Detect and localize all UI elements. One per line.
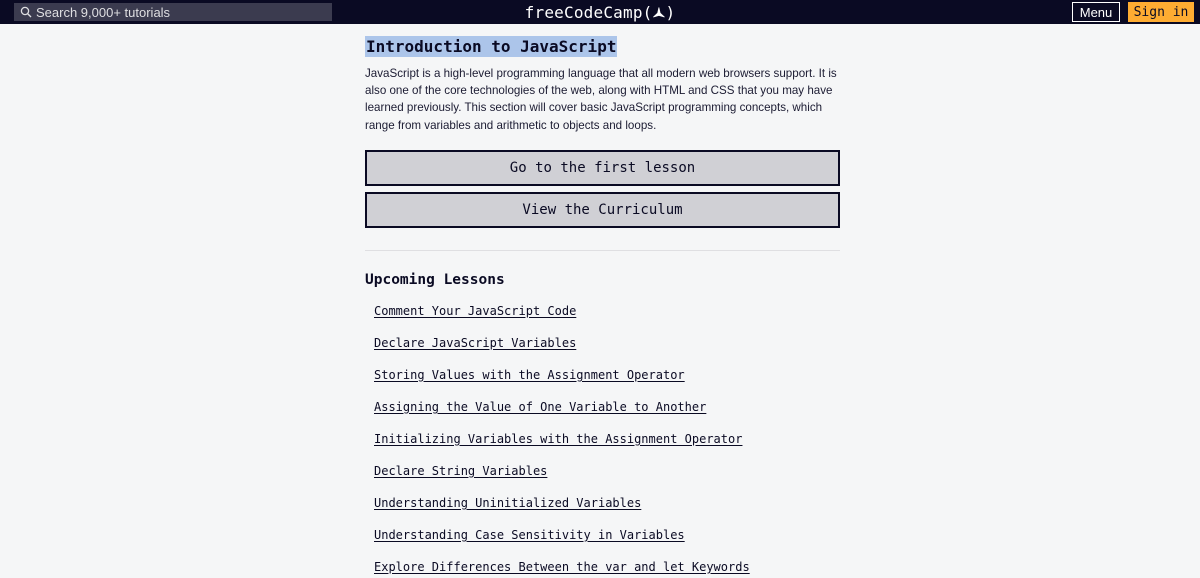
- lesson-link[interactable]: Declare JavaScript Variables: [374, 336, 576, 350]
- lesson-link[interactable]: Understanding Case Sensitivity in Variab…: [374, 528, 685, 542]
- search-input[interactable]: [36, 4, 326, 20]
- search-icon: [20, 6, 32, 18]
- search-bar[interactable]: [14, 3, 332, 21]
- view-curriculum-button[interactable]: View the Curriculum: [365, 191, 840, 228]
- lesson-link[interactable]: Understanding Uninitialized Variables: [374, 496, 641, 510]
- section-divider: [365, 249, 840, 251]
- list-item: Declare JavaScript Variables: [365, 334, 840, 366]
- intro-paragraph: JavaScript is a high-level programming l…: [365, 67, 837, 132]
- upcoming-lessons-heading: Upcoming Lessons: [365, 271, 505, 288]
- lesson-link[interactable]: Declare String Variables: [374, 464, 547, 478]
- top-navbar: freeCodeCamp(🟁) Menu Sign in: [0, 0, 1200, 24]
- lesson-link[interactable]: Comment Your JavaScript Code: [374, 304, 576, 318]
- fcc-flame-icon: 🟁: [652, 3, 666, 22]
- lesson-link[interactable]: Initializing Variables with the Assignme…: [374, 432, 742, 446]
- first-lesson-button[interactable]: Go to the first lesson: [365, 149, 840, 186]
- logo-close: ): [665, 3, 676, 22]
- list-item: Assigning the Value of One Variable to A…: [365, 398, 840, 430]
- lesson-link[interactable]: Explore Differences Between the var and …: [374, 560, 750, 574]
- menu-button[interactable]: Menu: [1072, 2, 1120, 22]
- lesson-link[interactable]: Assigning the Value of One Variable to A…: [374, 400, 706, 414]
- lesson-list: Comment Your JavaScript Code Declare Jav…: [365, 302, 840, 578]
- page-title: Introduction to JavaScript: [365, 36, 618, 57]
- list-item: Comment Your JavaScript Code: [365, 302, 840, 334]
- list-item: Understanding Case Sensitivity in Variab…: [365, 526, 840, 558]
- logo-text: freeCodeCamp(: [524, 3, 653, 22]
- main-content: Introduction to JavaScript JavaScript is…: [365, 36, 840, 578]
- sign-in-button[interactable]: Sign in: [1128, 2, 1194, 22]
- list-item: Initializing Variables with the Assignme…: [365, 430, 840, 462]
- list-item: Declare String Variables: [365, 462, 840, 494]
- list-item: Storing Values with the Assignment Opera…: [365, 366, 840, 398]
- list-item: Understanding Uninitialized Variables: [365, 494, 840, 526]
- list-item: Explore Differences Between the var and …: [365, 558, 840, 578]
- lesson-link[interactable]: Storing Values with the Assignment Opera…: [374, 368, 685, 382]
